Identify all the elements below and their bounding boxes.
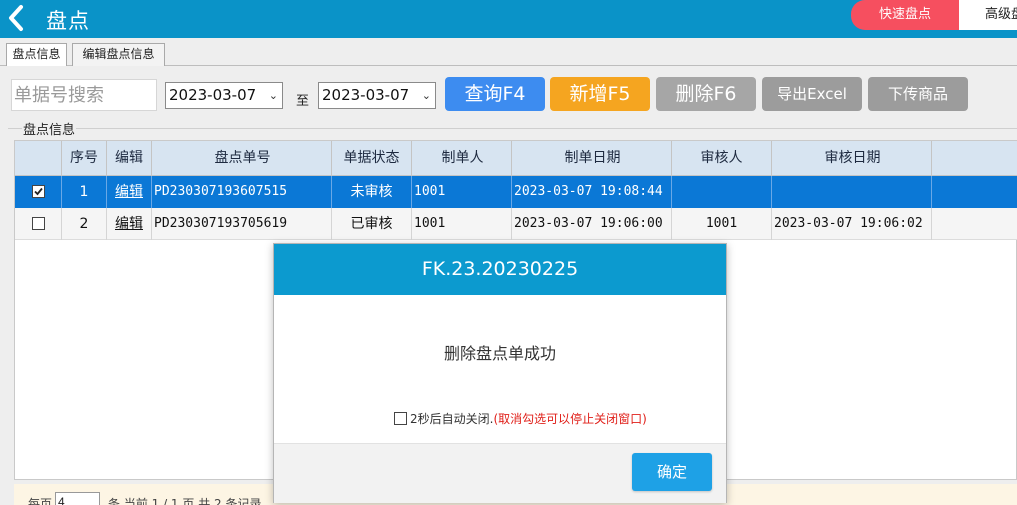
ok-button[interactable]: 确定 [632, 453, 712, 491]
row-filler [932, 208, 1017, 240]
date-from-picker[interactable]: 2023-03-07 ⌄ [165, 82, 283, 109]
date-to-value: 2023-03-07 [322, 86, 410, 104]
date-from-value: 2023-03-07 [169, 86, 257, 104]
row-select-cell [15, 208, 62, 240]
query-button[interactable]: 查询F4 [445, 77, 545, 111]
row-no: 1 [62, 176, 107, 208]
tab-edit-count-info[interactable]: 编辑盘点信息 [72, 43, 165, 66]
row-auditor: 1001 [672, 208, 772, 240]
table-header: 序号 编辑 盘点单号 单据状态 制单人 制单日期 审核人 审核日期 [15, 141, 1017, 176]
tab-count-info[interactable]: 盘点信息 [6, 43, 67, 67]
col-header-auditor[interactable]: 审核人 [672, 141, 772, 176]
add-button[interactable]: 新增F5 [550, 77, 650, 111]
auto-close-hint: (取消勾选可以停止关闭窗口) [493, 412, 647, 426]
row-select-cell [15, 176, 62, 208]
quick-count-button[interactable]: 快速盘点 [851, 0, 959, 30]
auto-close-option: 2秒后自动关闭.(取消勾选可以停止关闭窗口) [394, 410, 647, 427]
col-header-filler [932, 141, 1017, 176]
date-range-separator: 至 [296, 94, 310, 109]
section-title: 盘点信息 [22, 119, 77, 138]
chevron-down-icon: ⌄ [268, 89, 278, 102]
advanced-count-button[interactable]: 高级盘点 [959, 0, 1017, 30]
row-auditor [672, 176, 772, 208]
col-header-no[interactable]: 序号 [62, 141, 107, 176]
row-order-id: PD230307193607515 [152, 176, 332, 208]
delete-button[interactable]: 删除F6 [656, 77, 756, 111]
order-search-input[interactable] [11, 79, 157, 111]
col-header-status[interactable]: 单据状态 [332, 141, 412, 176]
col-header-edit[interactable]: 编辑 [107, 141, 152, 176]
toolbar: 2023-03-07 ⌄ 至 2023-03-07 ⌄ 查询F4 新增F5 删除… [0, 66, 1017, 120]
dialog-footer: 确定 [274, 443, 726, 503]
per-page-label: 每页 [28, 497, 53, 505]
page-size-input[interactable] [55, 492, 100, 505]
row-order-id: PD230307193705619 [152, 208, 332, 240]
dialog-title: FK.23.20230225 [274, 244, 726, 295]
row-checkbox[interactable] [32, 217, 45, 230]
col-header-creator[interactable]: 制单人 [412, 141, 512, 176]
title-bar: 盘点 快速盘点 高级盘点 [0, 0, 1017, 38]
chevron-down-icon: ⌄ [421, 89, 431, 102]
row-creator: 1001 [412, 208, 512, 240]
section-divider [8, 128, 1017, 129]
upload-goods-button[interactable]: 下传商品 [868, 77, 968, 111]
auto-close-checkbox[interactable] [394, 412, 407, 425]
col-header-select [15, 141, 62, 176]
export-excel-button[interactable]: 导出Excel [762, 77, 862, 111]
row-creator: 1001 [412, 176, 512, 208]
row-audited-date: 2023-03-07 19:06:02 [772, 208, 932, 240]
tab-strip: 盘点信息 编辑盘点信息 [0, 38, 1017, 67]
success-dialog: FK.23.20230225 删除盘点单成功 2秒后自动关闭.(取消勾选可以停止… [273, 243, 727, 503]
row-no: 2 [62, 208, 107, 240]
row-checkbox[interactable] [32, 185, 45, 198]
row-filler [932, 176, 1017, 208]
row-edit-link[interactable]: 编辑 [107, 176, 152, 208]
col-header-order-id[interactable]: 盘点单号 [152, 141, 332, 176]
col-header-audited-date[interactable]: 审核日期 [772, 141, 932, 176]
auto-close-label: 2秒后自动关闭. [410, 412, 494, 426]
back-icon[interactable] [6, 3, 32, 33]
row-created-date: 2023-03-07 19:06:00 [512, 208, 672, 240]
page-title: 盘点 [46, 9, 90, 33]
app-window: 盘点 快速盘点 高级盘点 盘点信息 编辑盘点信息 2023-03-07 ⌄ 至 … [0, 0, 1017, 505]
table-row[interactable]: 2 编辑 PD230307193705619 已审核 1001 2023-03-… [15, 208, 1017, 240]
row-created-date: 2023-03-07 19:08:44 [512, 176, 672, 208]
col-header-created-date[interactable]: 制单日期 [512, 141, 672, 176]
row-edit-link[interactable]: 编辑 [107, 208, 152, 240]
dialog-message: 删除盘点单成功 [443, 344, 556, 363]
date-to-picker[interactable]: 2023-03-07 ⌄ [318, 82, 436, 109]
row-status: 已审核 [332, 208, 412, 240]
table-row[interactable]: 1 编辑 PD230307193607515 未审核 1001 2023-03-… [15, 176, 1017, 208]
row-audited-date [772, 176, 932, 208]
row-status: 未审核 [332, 176, 412, 208]
pagination-summary: 条 当前 1 / 1 页 共 2 条记录 [108, 497, 262, 505]
